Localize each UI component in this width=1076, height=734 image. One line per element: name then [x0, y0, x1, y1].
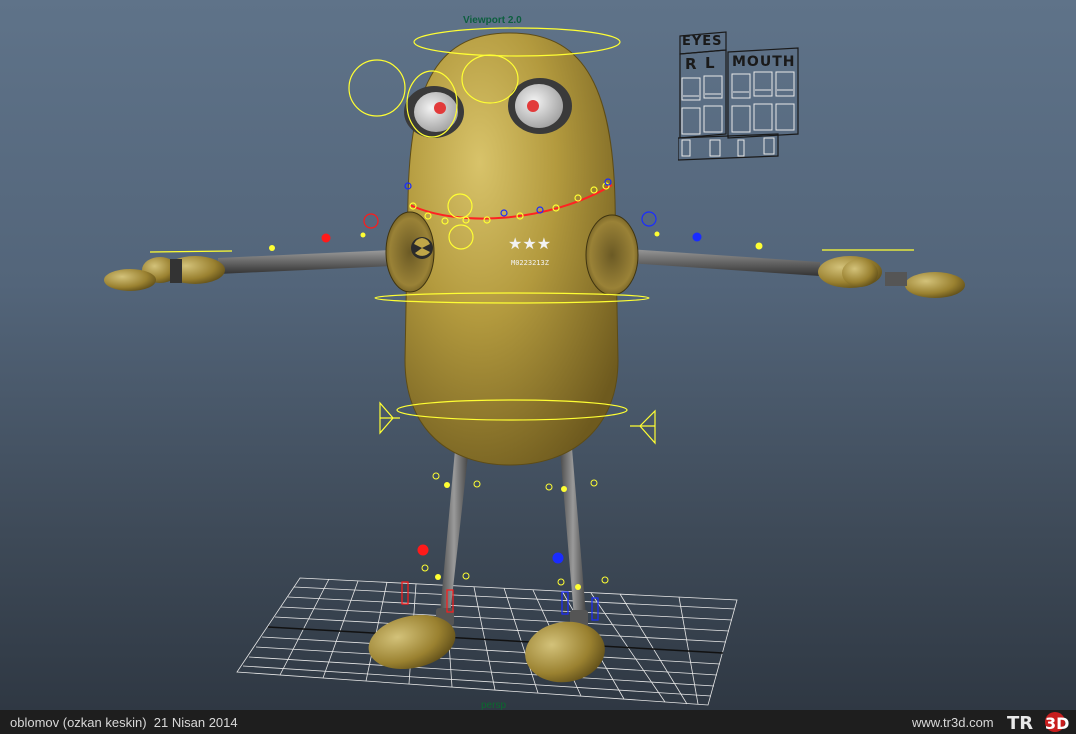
- ground-grid: [236, 577, 738, 706]
- grid-axis-x: [267, 626, 724, 654]
- tr3d-logo: TR 3D: [1007, 712, 1069, 733]
- author-credit: oblomov (ozkan keskin) 21 Nisan 2014: [10, 715, 238, 730]
- right-arm: [612, 248, 965, 298]
- maya-viewport[interactable]: Viewport 2.0 ★★★ M0223213Z EYES R L MOUT…: [0, 0, 1076, 710]
- eye-r-label: R: [685, 55, 698, 73]
- right-leg: [560, 448, 588, 628]
- left-eye: [404, 86, 464, 138]
- chest-stars: ★★★: [508, 234, 551, 253]
- left-leg: [436, 450, 468, 626]
- shoulder-control-blue: [641, 211, 657, 227]
- hip-arrow-right: [639, 409, 656, 445]
- camera-label: persp: [481, 700, 507, 710]
- facial-control-panel[interactable]: EYES R L MOUTH: [678, 30, 800, 162]
- logo-text-3d: 3D: [1045, 714, 1069, 733]
- eye-l-label: L: [705, 54, 716, 72]
- right-foot: [525, 621, 605, 683]
- logo-text-tr: TR: [1007, 713, 1033, 733]
- eyes-label: EYES: [682, 34, 723, 49]
- chest-code: M0223213Z: [511, 259, 549, 267]
- site-link[interactable]: www.tr3d.com: [912, 715, 994, 730]
- left-arm: [104, 250, 392, 291]
- right-shoulder-socket: [585, 214, 639, 296]
- mouth-label: MOUTH: [732, 54, 796, 70]
- eye-control-left: [348, 59, 406, 117]
- shoulder-control-red: [363, 213, 379, 229]
- status-bar: oblomov (ozkan keskin) 21 Nisan 2014 www…: [0, 710, 1076, 734]
- scene-canvas[interactable]: ★★★ M0223213Z: [0, 0, 1076, 710]
- right-eye: [508, 78, 572, 134]
